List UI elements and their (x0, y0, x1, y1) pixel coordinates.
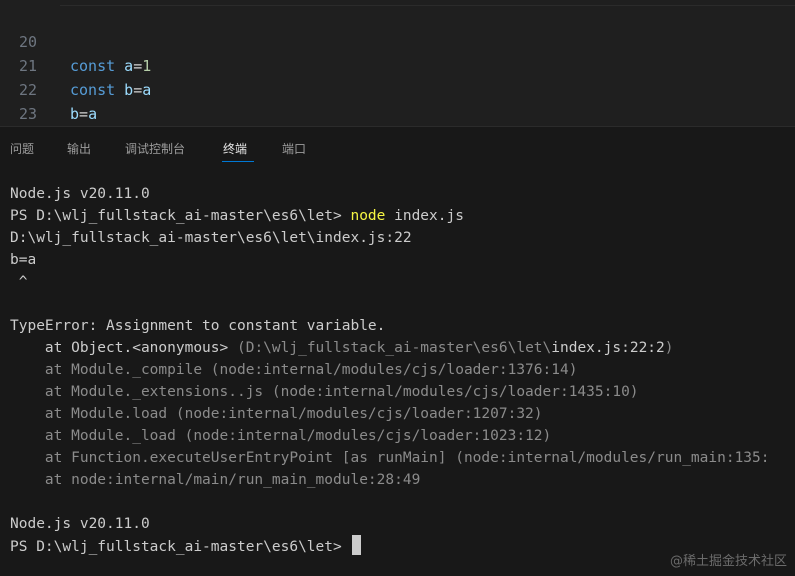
terminal-prompt-line: PS D:\wlj_fullstack_ai-master\es6\let> n… (10, 205, 464, 227)
bottom-panel: 问题 输出 调试控制台 终端 端口 Node.js v20.11.0 PS D:… (0, 126, 795, 576)
stack-frame-file-link[interactable]: index.js:22:2 (551, 340, 665, 356)
command-args: index.js (385, 208, 464, 224)
tab-output[interactable]: 输出 (67, 140, 91, 157)
code-line-20[interactable]: 20 const a=1 (0, 6, 795, 75)
watermark: @稀土掘金技术社区 (669, 554, 787, 569)
stack-frame: at Module._compile (node:internal/module… (10, 362, 578, 378)
stack-frame: at node:internal/main/run_main_module:28… (10, 472, 421, 488)
stack-frame: at Module._load (node:internal/modules/c… (10, 428, 552, 444)
tab-ports[interactable]: 端口 (282, 140, 306, 157)
stack-frame-path: (D:\wlj_fullstack_ai-master\es6\let\ (236, 340, 552, 356)
stack-frame: at Function.executeUserEntryPoint [as ru… (10, 450, 770, 466)
stack-frame: at Object.<anonymous> (D:\wlj_fullstack_… (10, 337, 674, 359)
terminal-line: D:\wlj_fullstack_ai-master\es6\let\index… (10, 230, 412, 246)
active-tab-indicator (222, 161, 254, 162)
code-line-23[interactable]: 23 console.log(b); (0, 78, 795, 123)
code-line-21[interactable]: 21 const b=a (0, 30, 795, 99)
code-editor[interactable]: 20 const a=1 21 const b=a 22 b=a 23 cons… (0, 0, 795, 126)
stack-frame-location: at Object.<anonymous> (10, 340, 237, 356)
prompt: PS D:\wlj_fullstack_ai-master\es6\let> (10, 539, 351, 555)
terminal-line: Node.js v20.11.0 (10, 516, 150, 532)
tab-problems[interactable]: 问题 (10, 140, 34, 157)
terminal-prompt-line: PS D:\wlj_fullstack_ai-master\es6\let> (10, 535, 362, 557)
stack-frame: at Module._extensions..js (node:internal… (10, 384, 639, 400)
code-line-22[interactable]: 22 b=a (0, 54, 795, 123)
code-line-24[interactable]: 24 (0, 102, 795, 126)
panel-tabs: 问题 输出 调试控制台 终端 端口 (0, 127, 795, 167)
terminal-line: ^ (10, 274, 28, 290)
prompt: PS D:\wlj_fullstack_ai-master\es6\let> (10, 208, 351, 224)
stack-frame-paren: ) (664, 340, 674, 356)
tab-terminal[interactable]: 终端 (223, 140, 247, 157)
stack-frame: at Module.load (node:internal/modules/cj… (10, 406, 543, 422)
terminal-line: b=a (10, 252, 37, 268)
terminal-line: Node.js v20.11.0 (10, 186, 150, 202)
tab-debug-console[interactable]: 调试控制台 (125, 140, 185, 157)
terminal-cursor[interactable] (352, 535, 362, 555)
error-message: TypeError: Assignment to constant variab… (10, 318, 386, 334)
command-node: node (350, 208, 386, 224)
